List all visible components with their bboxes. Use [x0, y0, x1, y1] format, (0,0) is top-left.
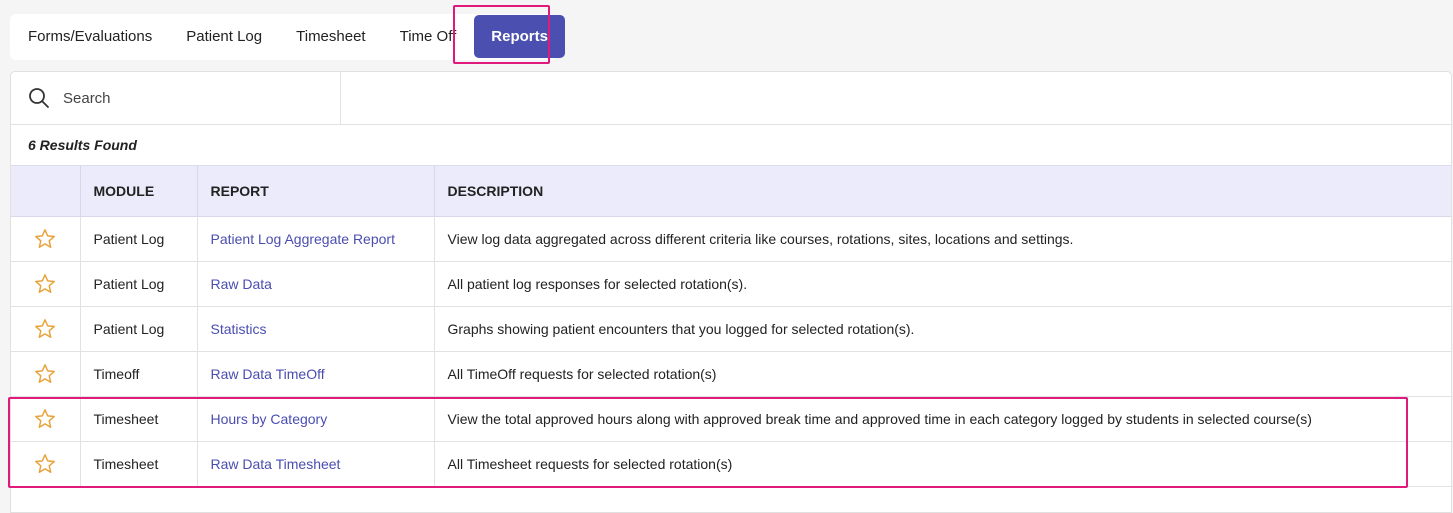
tab-reports-wrapper: Reports — [474, 15, 565, 59]
module-cell: Timeoff — [80, 351, 198, 397]
reports-panel: 6 Results Found MODULE REPORT DESCRIPTIO… — [10, 71, 1452, 513]
favorite-cell — [11, 351, 81, 397]
module-cell: Patient Log — [80, 306, 198, 352]
tab-timesheet[interactable]: Timesheet — [279, 15, 382, 59]
description-cell: All TimeOff requests for selected rotati… — [434, 351, 1451, 397]
table-row: Timesheet Hours by Category View the tot… — [11, 396, 1451, 442]
description-cell: View the total approved hours along with… — [434, 396, 1451, 442]
report-link[interactable]: Raw Data — [211, 276, 272, 292]
module-tabbar: Forms/Evaluations Patient Log Timesheet … — [10, 14, 565, 60]
col-header-description[interactable]: DESCRIPTION — [434, 166, 1451, 217]
search-icon — [27, 86, 51, 110]
module-cell: Timesheet — [80, 396, 198, 442]
report-cell: Raw Data TimeOff — [197, 351, 435, 397]
tab-reports[interactable]: Reports — [474, 15, 565, 58]
favorite-cell — [11, 261, 81, 307]
search-box — [11, 72, 341, 124]
table-row: Patient Log Statistics Graphs showing pa… — [11, 306, 1451, 352]
search-input[interactable] — [61, 88, 325, 108]
star-icon[interactable] — [34, 228, 56, 250]
report-link[interactable]: Patient Log Aggregate Report — [211, 231, 395, 247]
favorite-cell — [11, 216, 81, 262]
description-cell: Graphs showing patient encounters that y… — [434, 306, 1451, 352]
report-cell: Raw Data Timesheet — [197, 441, 435, 487]
star-icon[interactable] — [34, 318, 56, 340]
favorite-cell — [11, 396, 81, 442]
favorite-cell — [11, 306, 81, 352]
report-cell: Patient Log Aggregate Report — [197, 216, 435, 262]
results-count: 6 Results Found — [11, 125, 1451, 166]
description-cell: All Timesheet requests for selected rota… — [434, 441, 1451, 487]
tab-patient-log[interactable]: Patient Log — [169, 15, 279, 59]
module-cell: Timesheet — [80, 441, 198, 487]
table-header-row: MODULE REPORT DESCRIPTION — [11, 166, 1451, 217]
report-link[interactable]: Raw Data TimeOff — [211, 366, 325, 382]
star-icon[interactable] — [34, 453, 56, 475]
report-cell: Statistics — [197, 306, 435, 352]
favorite-cell — [11, 441, 81, 487]
table-row: Timeoff Raw Data TimeOff All TimeOff req… — [11, 351, 1451, 397]
search-row — [11, 72, 1451, 125]
tab-forms-evaluations[interactable]: Forms/Evaluations — [10, 15, 169, 59]
module-cell: Patient Log — [80, 261, 198, 307]
col-header-favorite — [11, 166, 81, 217]
table-row: Patient Log Patient Log Aggregate Report… — [11, 216, 1451, 262]
tab-time-off[interactable]: Time Off — [383, 15, 474, 59]
description-cell: View log data aggregated across differen… — [434, 216, 1451, 262]
report-link[interactable]: Hours by Category — [211, 411, 328, 427]
module-cell: Patient Log — [80, 216, 198, 262]
report-cell: Hours by Category — [197, 396, 435, 442]
table-row: Timesheet Raw Data Timesheet All Timeshe… — [11, 441, 1451, 487]
reports-table: MODULE REPORT DESCRIPTION Patient Log Pa… — [11, 166, 1451, 487]
col-header-report[interactable]: REPORT — [197, 166, 435, 217]
col-header-module[interactable]: MODULE — [80, 166, 198, 217]
report-link[interactable]: Statistics — [211, 321, 267, 337]
star-icon[interactable] — [34, 408, 56, 430]
star-icon[interactable] — [34, 363, 56, 385]
star-icon[interactable] — [34, 273, 56, 295]
description-cell: All patient log responses for selected r… — [434, 261, 1451, 307]
report-link[interactable]: Raw Data Timesheet — [211, 456, 341, 472]
table-row: Patient Log Raw Data All patient log res… — [11, 261, 1451, 307]
report-cell: Raw Data — [197, 261, 435, 307]
